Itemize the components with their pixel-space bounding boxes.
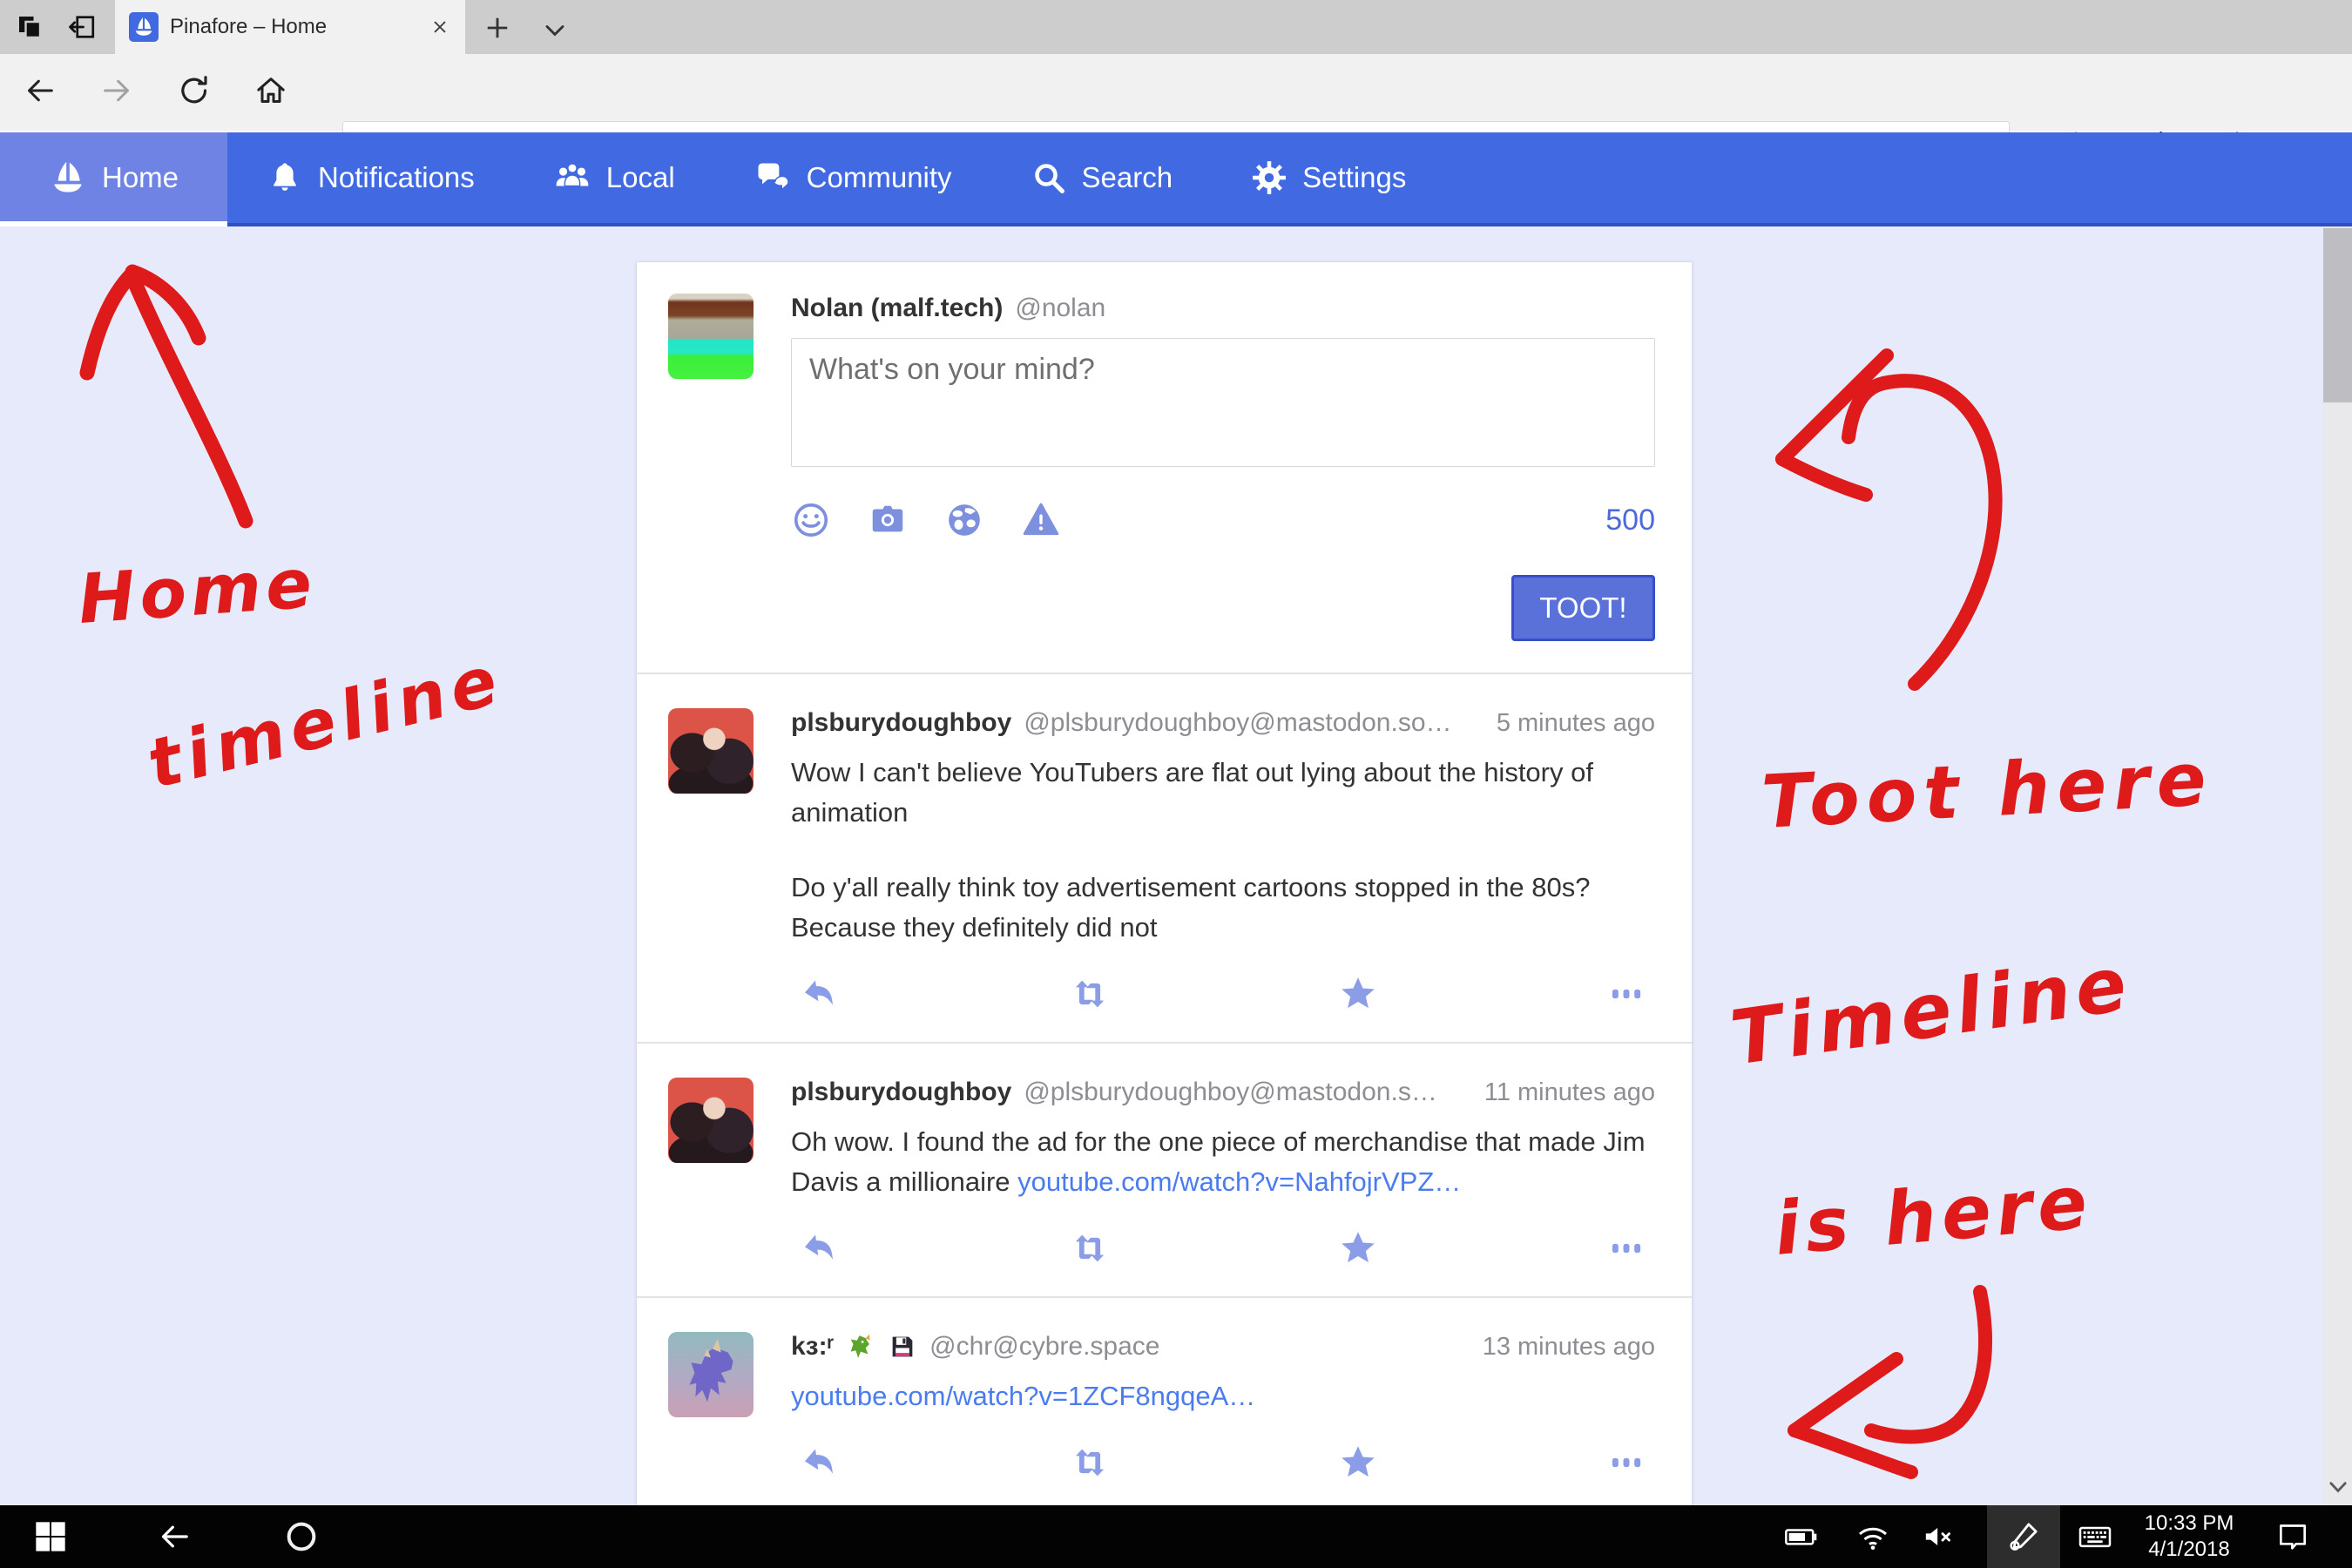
compose-handle: @nolan: [1015, 294, 1105, 323]
nav-tab-local[interactable]: Local: [514, 132, 714, 223]
post-handle: @chr@cybre.space: [929, 1332, 1159, 1362]
post-text: Do y'all really think toy advertisement …: [791, 868, 1655, 948]
tab-title: Pinafore – Home: [170, 15, 417, 39]
tablet-back-icon[interactable]: [157, 1519, 192, 1554]
nav-label: Search: [1082, 161, 1173, 194]
post-2: plsburydoughboy @plsburydoughboy@mastodo…: [637, 1042, 1692, 1296]
nav-tab-home[interactable]: Home: [0, 132, 227, 223]
reply-icon[interactable]: [801, 974, 841, 1014]
post-timestamp: 5 minutes ago: [1497, 709, 1655, 738]
post-display-name: plsburydoughboy: [791, 708, 1011, 738]
browser-toolbar: https://dev.pinafore.social/: [0, 54, 2352, 132]
clock-date: 4/1/2018: [2132, 1537, 2246, 1563]
tab-list-chevron-icon[interactable]: [539, 15, 571, 46]
start-button-icon[interactable]: [33, 1519, 68, 1554]
post-timestamp: 11 minutes ago: [1484, 1078, 1655, 1107]
more-icon[interactable]: [1606, 974, 1646, 1014]
windows-ink-pen-icon: [2006, 1519, 2041, 1554]
bell-icon: [267, 159, 303, 196]
boost-icon[interactable]: [1070, 974, 1110, 1014]
people-group-icon: [553, 159, 591, 197]
toot-button[interactable]: TOOT!: [1511, 575, 1655, 641]
screen: Pinafore – Home: [0, 0, 2352, 1568]
pinafore-navbar: Home Notifications Local Community: [0, 132, 2352, 226]
nav-label: Settings: [1302, 161, 1406, 194]
nav-tab-community[interactable]: Community: [714, 132, 991, 223]
post-3: kз:ʳ @chr@cybre.: [637, 1296, 1692, 1511]
nav-tab-settings[interactable]: Settings: [1212, 132, 1445, 223]
favorite-star-icon[interactable]: [1338, 1228, 1378, 1268]
post-text: Wow I can't believe YouTubers are flat o…: [791, 753, 1655, 833]
nav-tab-search[interactable]: Search: [991, 132, 1213, 223]
chat-bubbles-icon: [754, 159, 792, 197]
post-avatar[interactable]: [668, 1332, 754, 1417]
compose-avatar[interactable]: [668, 294, 754, 379]
gear-icon: [1251, 159, 1288, 196]
globe-icon[interactable]: [944, 500, 984, 540]
set-tabs-aside-icon[interactable]: [66, 11, 98, 43]
reply-icon[interactable]: [801, 1443, 841, 1483]
post-avatar[interactable]: [668, 708, 754, 794]
windows-ink-button[interactable]: [1987, 1505, 2060, 1568]
post-handle: @plsburydoughboy@mastodon.so…: [1024, 708, 1451, 738]
dragon-emoji-icon: [846, 1332, 875, 1362]
scroll-down-chevron-icon[interactable]: [2326, 1476, 2350, 1500]
char-remaining: 500: [1605, 504, 1655, 537]
compose-display-name: Nolan (malf.tech): [791, 294, 1003, 323]
forward-icon[interactable]: [99, 73, 134, 108]
post-link[interactable]: youtube.com/watch?v=1ZCF8ngqeA…: [791, 1381, 1255, 1411]
timeline-card: Nolan (malf.tech) @nolan: [636, 261, 1693, 1511]
floppy-disk-emoji-icon: [888, 1332, 917, 1362]
pinafore-favicon-icon: [129, 12, 159, 42]
taskbar-clock[interactable]: 10:33 PM 4/1/2018: [2132, 1511, 2246, 1563]
nav-label: Local: [606, 161, 675, 194]
post-avatar[interactable]: [668, 1078, 754, 1163]
volume-muted-icon[interactable]: [1921, 1519, 1956, 1554]
camera-icon[interactable]: [868, 500, 908, 540]
compose-box: Nolan (malf.tech) @nolan: [637, 262, 1692, 672]
clock-time: 10:33 PM: [2132, 1511, 2246, 1537]
boost-icon[interactable]: [1070, 1443, 1110, 1483]
compose-input[interactable]: [791, 338, 1655, 467]
windows-taskbar: 10:33 PM 4/1/2018: [0, 1505, 2352, 1568]
boost-icon[interactable]: [1070, 1228, 1110, 1268]
tab-close-icon[interactable]: [429, 16, 451, 38]
post-display-name: kз:ʳ: [791, 1332, 834, 1362]
post-display-name: plsburydoughboy: [791, 1078, 1011, 1107]
nav-label: Community: [807, 161, 952, 194]
post-1: plsburydoughboy @plsburydoughboy@mastodo…: [637, 672, 1692, 1042]
reply-icon[interactable]: [801, 1228, 841, 1268]
cortana-icon[interactable]: [284, 1519, 319, 1554]
nav-tab-notifications[interactable]: Notifications: [227, 132, 514, 223]
new-tab-icon[interactable]: [482, 12, 513, 44]
favorite-star-icon[interactable]: [1338, 1443, 1378, 1483]
scrollbar-thumb[interactable]: [2323, 228, 2352, 402]
browser-tab-strip: Pinafore – Home: [0, 0, 2352, 54]
action-center-icon[interactable]: [2275, 1519, 2310, 1554]
battery-icon[interactable]: [1783, 1519, 1818, 1554]
touch-keyboard-icon[interactable]: [2078, 1519, 2112, 1554]
wifi-icon[interactable]: [1855, 1519, 1890, 1554]
more-icon[interactable]: [1606, 1443, 1646, 1483]
post-text: Oh wow. I found the ad for the one piece…: [791, 1122, 1655, 1202]
sailboat-icon: [49, 159, 87, 197]
content-warning-icon[interactable]: [1021, 500, 1061, 540]
refresh-icon[interactable]: [177, 73, 212, 108]
favorite-star-icon[interactable]: [1338, 974, 1378, 1014]
nav-label: Notifications: [318, 161, 475, 194]
search-icon: [1031, 159, 1067, 196]
dragon-avatar-art: [668, 1332, 754, 1417]
post-timestamp: 13 minutes ago: [1483, 1333, 1655, 1362]
emoji-smiley-icon[interactable]: [791, 500, 831, 540]
more-icon[interactable]: [1606, 1228, 1646, 1268]
home-icon[interactable]: [253, 73, 288, 108]
back-icon[interactable]: [23, 73, 57, 108]
page-scrollbar[interactable]: [2323, 226, 2352, 1505]
timeline-page: Nolan (malf.tech) @nolan: [0, 226, 2352, 1568]
tabs-aside-icon[interactable]: [14, 11, 45, 43]
nav-label: Home: [102, 161, 179, 194]
browser-tab[interactable]: Pinafore – Home: [115, 0, 465, 54]
post-handle: @plsburydoughboy@mastodon.s…: [1024, 1078, 1437, 1107]
post-link[interactable]: youtube.com/watch?v=NahfojrVPZ…: [1017, 1166, 1461, 1197]
